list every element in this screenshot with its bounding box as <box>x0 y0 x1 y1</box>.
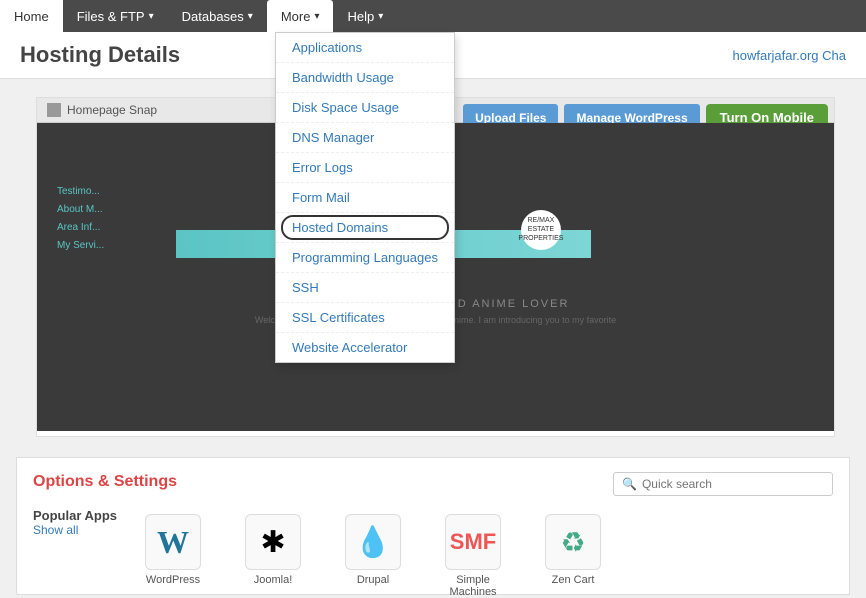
smf-label: Simple Machines <box>433 574 513 598</box>
app-simplemachines[interactable]: SMF Simple Machines <box>433 514 513 598</box>
top-navigation: Home Files & FTP ▾ Databases ▾ More ▾ He… <box>0 0 866 32</box>
zencart-icon: ♻ <box>560 526 585 559</box>
wordpress-icon-box: W <box>145 514 201 570</box>
snapshot-label: Homepage Snap <box>67 103 157 117</box>
domain-link[interactable]: howfarjafar.org Cha <box>733 48 846 63</box>
nav-files[interactable]: Files & FTP ▾ <box>63 0 168 32</box>
wordpress-label: WordPress <box>146 574 200 586</box>
joomla-label: Joomla! <box>254 574 293 586</box>
app-zencart[interactable]: ♻ Zen Cart <box>533 514 613 586</box>
menu-item-websiteaccelerator[interactable]: Website Accelerator <box>276 333 454 362</box>
preview-link-1: Testimo... <box>57 183 104 201</box>
page-title: Hosting Details <box>20 42 180 68</box>
app-wordpress[interactable]: W WordPress <box>133 514 213 586</box>
popular-apps-heading: Popular Apps <box>33 508 117 523</box>
preview-logo: RE/MAXESTATEPROPERTIES <box>521 210 561 250</box>
nav-databases[interactable]: Databases ▾ <box>168 0 267 32</box>
chevron-down-icon: ▾ <box>378 11 383 22</box>
preview-sidebar: Testimo... About M... Area Inf... My Ser… <box>57 183 104 255</box>
menu-item-errorlogs[interactable]: Error Logs <box>276 153 454 183</box>
smf-icon-box: SMF <box>445 514 501 570</box>
menu-item-hosteddomains[interactable]: Hosted Domains <box>276 213 454 243</box>
menu-item-ssl[interactable]: SSL Certificates <box>276 303 454 333</box>
wordpress-icon: W <box>157 524 189 561</box>
zencart-label: Zen Cart <box>552 574 595 586</box>
chevron-down-icon: ▾ <box>149 11 154 22</box>
app-drupal[interactable]: 💧 Drupal <box>333 514 413 586</box>
snapshot-icon <box>47 103 61 117</box>
nav-more[interactable]: More ▾ <box>267 0 334 32</box>
search-icon: 🔍 <box>622 477 637 491</box>
chevron-down-icon: ▾ <box>248 11 253 22</box>
smf-icon: SMF <box>450 529 496 555</box>
search-input[interactable] <box>642 477 824 491</box>
more-dropdown-menu: Applications Bandwidth Usage Disk Space … <box>275 32 455 363</box>
chevron-down-icon: ▾ <box>314 11 319 22</box>
popular-apps-list: W WordPress ✱ Joomla! 💧 Drupal <box>133 514 613 598</box>
drupal-icon-box: 💧 <box>345 514 401 570</box>
menu-item-formmail[interactable]: Form Mail <box>276 183 454 213</box>
search-box[interactable]: 🔍 <box>613 472 833 496</box>
preview-link-4: My Servi... <box>57 237 104 255</box>
drupal-label: Drupal <box>357 574 389 586</box>
popular-apps-label-group: Popular Apps Show all <box>33 508 117 537</box>
menu-item-bandwidth[interactable]: Bandwidth Usage <box>276 63 454 93</box>
show-all-link[interactable]: Show all <box>33 523 117 537</box>
preview-link-2: About M... <box>57 201 104 219</box>
menu-item-diskspace[interactable]: Disk Space Usage <box>276 93 454 123</box>
menu-item-applications[interactable]: Applications <box>276 33 454 63</box>
menu-item-dns[interactable]: DNS Manager <box>276 123 454 153</box>
bottom-header: Options & Settings 🔍 <box>33 472 833 496</box>
zencart-icon-box: ♻ <box>545 514 601 570</box>
drupal-icon: 💧 <box>354 525 391 560</box>
preview-link-3: Area Inf... <box>57 219 104 237</box>
menu-item-programming[interactable]: Programming Languages <box>276 243 454 273</box>
nav-home[interactable]: Home <box>0 0 63 32</box>
options-settings-panel: Options & Settings 🔍 Popular Apps Show a… <box>16 457 850 595</box>
joomla-icon: ✱ <box>260 525 285 560</box>
app-joomla[interactable]: ✱ Joomla! <box>233 514 313 586</box>
menu-item-ssh[interactable]: SSH <box>276 273 454 303</box>
nav-help[interactable]: Help ▾ <box>333 0 397 32</box>
joomla-icon-box: ✱ <box>245 514 301 570</box>
options-settings-title: Options & Settings <box>33 473 177 491</box>
